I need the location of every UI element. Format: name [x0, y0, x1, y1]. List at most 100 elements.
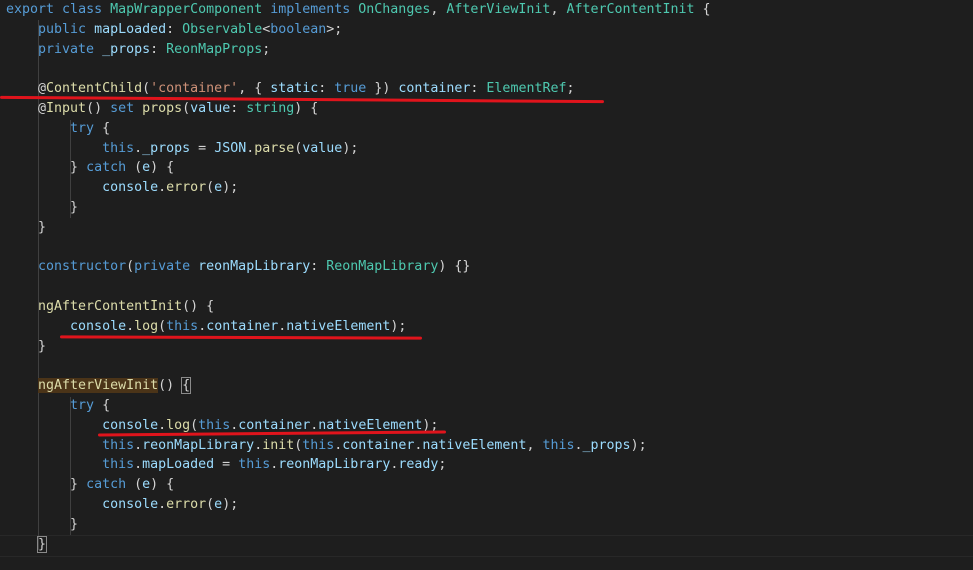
- code-token: (: [142, 81, 151, 97]
- code-token: this: [166, 318, 199, 334]
- code-token: public: [6, 21, 95, 37]
- code-line[interactable]: try {: [6, 396, 110, 416]
- code-token: try: [6, 120, 95, 136]
- code-token: }: [6, 516, 79, 532]
- code-line[interactable]: }: [6, 337, 46, 357]
- code-token: .: [134, 140, 143, 156]
- code-line[interactable]: ngAfterContentInit() {: [6, 297, 214, 317]
- code-line[interactable]: }: [6, 535, 48, 555]
- code-token: catch: [86, 160, 127, 176]
- code-token: private: [134, 259, 199, 275]
- code-token: implements: [262, 2, 359, 17]
- annotation-underline-aftercontentinit: [59, 335, 423, 340]
- code-token: (: [126, 160, 143, 176]
- code-token: {: [181, 377, 192, 395]
- code-line[interactable]: export class MapWrapperComponent impleme…: [6, 0, 711, 20]
- code-line[interactable]: this.mapLoaded = this.reonMapLibrary.rea…: [6, 455, 446, 475]
- code-token: @: [6, 101, 47, 116]
- code-line[interactable]: ngAfterViewInit() {: [6, 376, 192, 396]
- code-line[interactable]: }: [6, 198, 78, 218]
- code-token: .: [158, 497, 167, 512]
- code-token: (): [86, 101, 111, 116]
- code-token: ) {: [150, 477, 175, 493]
- code-token: Input: [46, 101, 87, 116]
- code-token: boolean: [270, 21, 327, 37]
- code-token: }: [6, 338, 47, 354]
- code-token: ngAfterViewInit: [38, 378, 159, 394]
- code-token: private: [6, 41, 103, 57]
- code-line[interactable]: console.error(e);: [6, 178, 238, 198]
- code-token: log: [134, 318, 159, 334]
- code-token: ) {}: [438, 259, 471, 275]
- code-token: {: [94, 398, 111, 413]
- code-line[interactable]: console.log(this.container.nativeElement…: [6, 317, 406, 337]
- code-token: reonMapLibrary: [142, 437, 255, 453]
- code-token: MapWrapperComponent: [110, 2, 263, 17]
- code-token: .: [134, 457, 143, 473]
- code-token: container: [206, 318, 279, 334]
- code-line[interactable]: } catch (e) {: [6, 158, 174, 178]
- current-line-highlight: [0, 535, 973, 557]
- code-token: constructor: [6, 259, 127, 275]
- code-token: (: [126, 477, 143, 493]
- code-token: this: [6, 437, 135, 453]
- code-token: mapLoaded: [94, 21, 167, 37]
- code-token: e: [214, 180, 223, 196]
- code-token: reonMapLibrary: [278, 457, 391, 473]
- code-token: e: [142, 160, 151, 176]
- code-token: try: [6, 398, 95, 413]
- code-token: :: [318, 81, 335, 97]
- code-token: (: [190, 417, 199, 433]
- code-token: this: [198, 417, 231, 433]
- code-line[interactable]: public mapLoaded: Observable<boolean>;: [6, 20, 342, 40]
- code-token: this: [542, 437, 575, 453]
- code-line[interactable]: this._props = JSON.parse(value);: [6, 139, 358, 159]
- code-line[interactable]: console.error(e);: [6, 495, 238, 515]
- code-token: .: [254, 437, 263, 453]
- code-token: container: [238, 417, 311, 433]
- code-line[interactable]: @Input() set props(value: string) {: [6, 99, 318, 119]
- code-token: );: [390, 318, 407, 334]
- code-token: }: [37, 535, 48, 553]
- code-token: catch: [86, 477, 127, 493]
- code-token: :: [470, 81, 487, 97]
- code-token: e: [142, 477, 151, 493]
- code-token: ElementRef: [486, 81, 567, 97]
- code-token: error: [166, 180, 207, 196]
- code-token: );: [342, 140, 359, 156]
- code-line[interactable]: private _props: ReonMapProps;: [6, 40, 270, 60]
- code-token: static: [270, 81, 319, 97]
- code-token: }): [366, 81, 399, 97]
- code-token: container: [342, 437, 415, 453]
- code-token: this: [238, 457, 271, 473]
- code-token: ,: [550, 2, 567, 17]
- code-token: _props: [142, 140, 191, 156]
- code-token: (: [158, 318, 167, 334]
- code-token: set: [110, 101, 143, 116]
- code-token: .: [158, 417, 167, 433]
- code-token: }: [6, 160, 87, 176]
- code-token: (: [206, 180, 215, 196]
- code-line[interactable]: try {: [6, 119, 110, 139]
- code-line[interactable]: constructor(private reonMapLibrary: Reon…: [6, 257, 470, 277]
- code-token: OnChanges: [358, 2, 431, 17]
- code-line[interactable]: this.reonMapLibrary.init(this.container.…: [6, 436, 647, 456]
- code-editor[interactable]: export class MapWrapperComponent impleme…: [0, 0, 973, 570]
- code-token: export: [6, 2, 55, 17]
- code-token: parse: [254, 140, 295, 156]
- code-token: }: [6, 219, 47, 235]
- code-line[interactable]: }: [6, 515, 78, 535]
- code-token: () {: [182, 299, 215, 314]
- code-token: (): [158, 378, 183, 394]
- code-token: =: [190, 140, 215, 156]
- code-line[interactable]: } catch (e) {: [6, 475, 174, 495]
- code-token: props: [142, 101, 183, 116]
- code-token: ngAfterContentInit: [6, 299, 183, 314]
- code-line[interactable]: }: [6, 218, 46, 238]
- code-token: }: [6, 477, 87, 493]
- code-token: );: [630, 437, 647, 453]
- code-token: log: [166, 417, 191, 433]
- code-token: , {: [238, 81, 271, 97]
